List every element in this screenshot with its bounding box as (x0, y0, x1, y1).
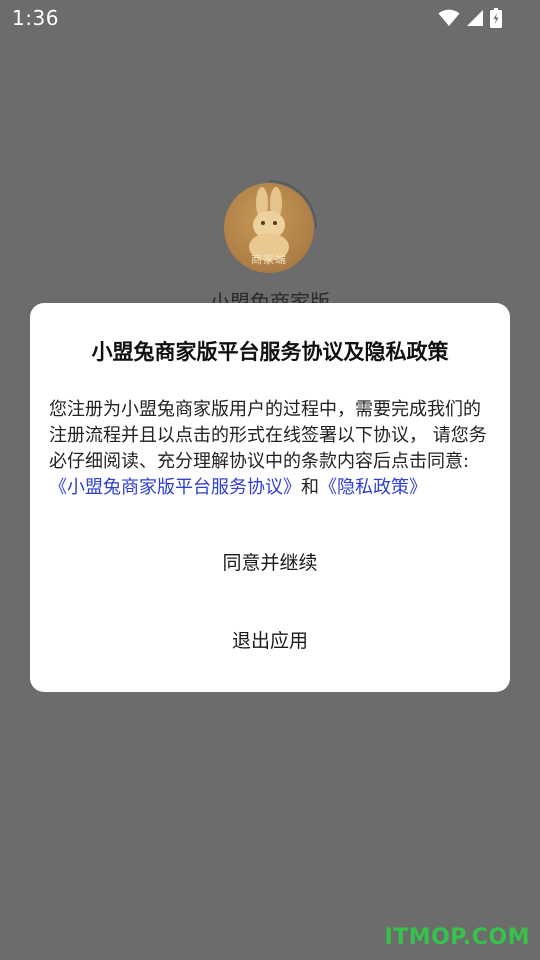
dialog-title: 小盟兔商家版平台服务协议及隐私政策 (91, 340, 449, 364)
conjunction-text: 和 (301, 477, 319, 498)
logo-badge-text: 商家端 (251, 253, 287, 266)
privacy-policy-link[interactable]: 《隐私政策》 (319, 477, 427, 498)
status-time: 1:36 (12, 6, 59, 30)
battery-charging-icon (490, 8, 502, 28)
wifi-icon (438, 9, 460, 27)
watermark: ITMOP.COM (384, 925, 530, 950)
exit-app-button[interactable]: 退出应用 (30, 617, 510, 665)
signal-icon (466, 9, 484, 27)
status-icons (438, 8, 502, 28)
agree-continue-button[interactable]: 同意并继续 (30, 539, 510, 587)
service-agreement-link[interactable]: 《小盟兔商家版平台服务协议》 (49, 477, 301, 498)
screen: 1:36 商家端 小盟兔商家版 小盟兔商家版平台服务协议及隐私政策 您注册为小盟… (0, 0, 540, 960)
agreement-dialog: 小盟兔商家版平台服务协议及隐私政策 您注册为小盟兔商家版用户的过程中，需要完成我… (30, 303, 510, 692)
dialog-body: 您注册为小盟兔商家版用户的过程中，需要完成我们的注册流程并且以点击的形式在线签署… (49, 397, 495, 501)
dialog-body-text: 您注册为小盟兔商家版用户的过程中，需要完成我们的注册流程并且以点击的形式在线签署… (49, 399, 487, 472)
status-bar: 1:36 (0, 0, 540, 36)
app-logo: 商家端 (224, 183, 314, 273)
